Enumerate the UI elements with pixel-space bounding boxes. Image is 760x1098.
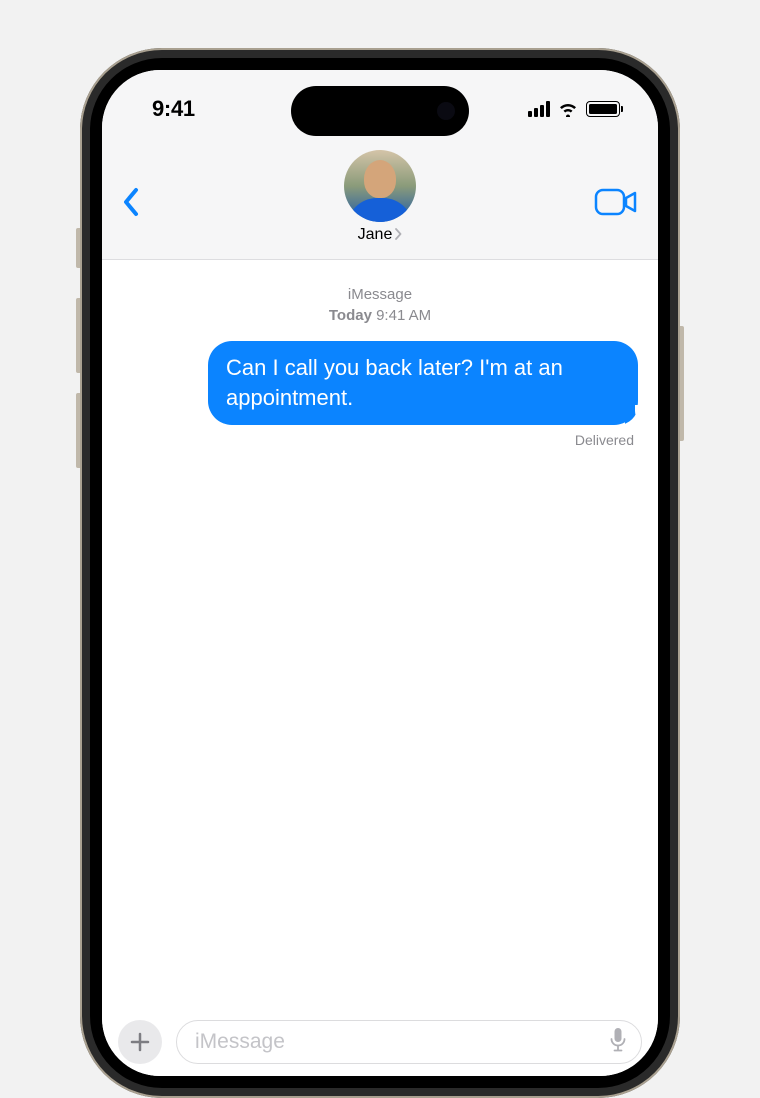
input-placeholder: iMessage	[195, 1030, 285, 1054]
timestamp-time: 9:41 AM	[376, 307, 431, 324]
video-camera-icon	[594, 188, 638, 216]
microphone-icon	[609, 1027, 627, 1053]
power-button	[680, 326, 684, 441]
message-text: Can I call you back later? I'm at an app…	[226, 355, 563, 410]
plus-icon	[129, 1031, 151, 1053]
dynamic-island	[291, 86, 469, 136]
message-input[interactable]: iMessage	[176, 1020, 642, 1064]
battery-icon	[586, 101, 620, 117]
attach-button[interactable]	[118, 1020, 162, 1064]
service-label: iMessage	[122, 284, 638, 305]
facetime-button[interactable]	[586, 182, 638, 222]
back-button[interactable]	[122, 182, 162, 222]
status-time: 9:41	[152, 96, 195, 122]
volume-up-button	[76, 298, 80, 373]
chevron-right-icon	[394, 228, 402, 243]
dictation-button[interactable]	[609, 1027, 627, 1058]
cellular-signal-icon	[528, 101, 550, 117]
delivery-status: Delivered	[122, 432, 638, 448]
wifi-icon	[557, 101, 579, 117]
sent-message-bubble[interactable]: Can I call you back later? I'm at an app…	[208, 341, 638, 424]
conversation-timestamp: iMessage Today 9:41 AM	[122, 284, 638, 327]
conversation-area[interactable]: iMessage Today 9:41 AM Can I call you ba…	[102, 260, 658, 1012]
status-icons	[528, 101, 620, 117]
contact-avatar	[344, 150, 416, 222]
contact-info-button[interactable]: Jane	[344, 150, 416, 244]
conversation-header: Jane	[102, 148, 658, 260]
contact-name: Jane	[358, 226, 393, 244]
silent-switch	[76, 228, 80, 268]
phone-frame: 9:41	[80, 48, 680, 1098]
volume-down-button	[76, 393, 80, 468]
phone-screen: 9:41	[102, 70, 658, 1076]
message-row: Can I call you back later? I'm at an app…	[122, 341, 638, 424]
timestamp-day: Today	[329, 307, 372, 324]
message-input-bar: iMessage	[102, 1012, 658, 1076]
chevron-left-icon	[122, 187, 140, 217]
